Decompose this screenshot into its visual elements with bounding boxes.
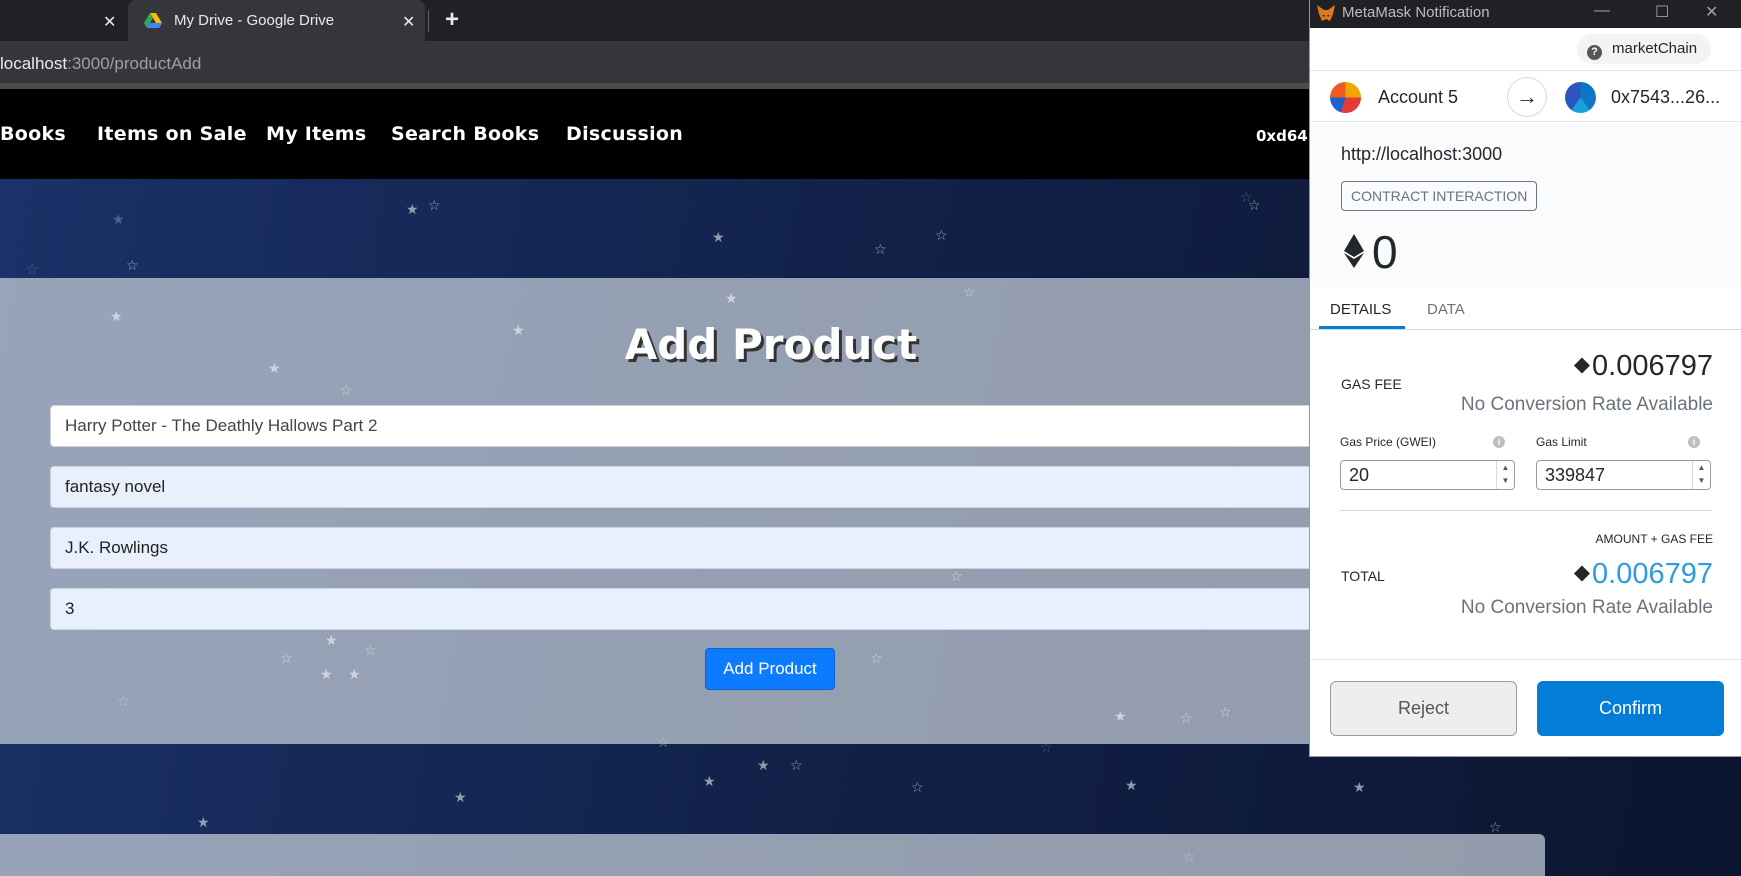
footer-divider xyxy=(1310,659,1741,660)
star-icon: ★ xyxy=(1353,779,1366,795)
browser-tab-previous[interactable]: ✕ xyxy=(0,0,128,41)
new-tab-icon[interactable]: + xyxy=(445,6,459,34)
star-icon: ☆ xyxy=(870,650,883,666)
star-icon: ☆ xyxy=(911,779,924,795)
star-icon: ★ xyxy=(703,773,716,789)
gas-limit-label: Gas Limit xyxy=(1536,435,1587,449)
total-amount: 0.006797 xyxy=(1592,558,1713,590)
star-icon: ☆ xyxy=(26,261,39,277)
ethereum-icon: ◆ xyxy=(1573,353,1591,376)
star-icon: ☆ xyxy=(935,227,948,243)
metamask-popup: MetaMask Notification — ☐ ✕ ? marketChain… xyxy=(1309,0,1741,757)
to-address[interactable]: 0x7543...26... xyxy=(1611,87,1720,108)
recipient-avatar xyxy=(1565,82,1596,113)
star-icon: ☆ xyxy=(963,284,976,300)
info-icon[interactable]: i xyxy=(1493,436,1505,448)
star-icon: ☆ xyxy=(364,642,377,658)
tab-data[interactable]: DATA xyxy=(1427,301,1465,318)
network-badge[interactable]: ? marketChain xyxy=(1577,34,1712,64)
lower-panel xyxy=(0,834,1545,876)
gas-fee-amount: 0.006797 xyxy=(1592,350,1713,382)
close-icon[interactable]: ✕ xyxy=(1705,2,1718,22)
star-icon: ☆ xyxy=(790,757,803,773)
info-icon[interactable]: i xyxy=(1688,436,1700,448)
star-icon: ★ xyxy=(197,814,210,830)
maximize-icon[interactable]: ☐ xyxy=(1655,2,1669,22)
star-icon: ☆ xyxy=(126,257,139,273)
account-avatar xyxy=(1330,82,1361,113)
star-icon: ☆ xyxy=(1248,197,1261,213)
star-icon: ★ xyxy=(757,757,770,773)
star-icon: ★ xyxy=(112,211,125,227)
star-icon: ★ xyxy=(712,229,725,245)
details-tabs: DETAILS DATA xyxy=(1310,288,1741,330)
nav-item-my-items[interactable]: My Items xyxy=(266,123,366,145)
action-badge: CONTRACT INTERACTION xyxy=(1341,181,1538,211)
arrow-right-icon: → xyxy=(1507,77,1547,117)
star-icon: ★ xyxy=(320,666,333,682)
confirm-button[interactable]: Confirm xyxy=(1537,681,1724,736)
tab-separator xyxy=(428,10,429,32)
star-icon: ☆ xyxy=(874,241,887,257)
url-path: :3000/productAdd xyxy=(67,54,202,73)
transaction-summary: http://localhost:3000 CONTRACT INTERACTI… xyxy=(1310,123,1741,288)
tab-close-icon[interactable]: ✕ xyxy=(402,12,415,32)
gas-price-input[interactable]: 20 ▲ ▼ xyxy=(1340,460,1515,490)
add-product-button[interactable]: Add Product xyxy=(705,648,835,690)
account-row: Account 5 → 0x7543...26... xyxy=(1310,70,1741,122)
nav-item-items-on-sale[interactable]: Items on Sale xyxy=(97,123,247,145)
minimize-icon[interactable]: — xyxy=(1594,2,1610,20)
star-icon: ☆ xyxy=(280,650,293,666)
transaction-amount: 0 xyxy=(1372,226,1398,278)
star-icon: ★ xyxy=(325,632,338,648)
gas-price-label: Gas Price (GWEI) xyxy=(1340,435,1437,449)
star-icon: ★ xyxy=(725,290,738,306)
tab-title: My Drive - Google Drive xyxy=(174,12,335,29)
gas-limit-input[interactable]: 339847 ▲ ▼ xyxy=(1536,460,1711,490)
gas-fee-label: GAS FEE xyxy=(1341,376,1402,392)
gas-fee-value: ◆0.006797 xyxy=(1574,350,1713,383)
origin-url: http://localhost:3000 xyxy=(1341,144,1503,164)
ethereum-icon: ◆ xyxy=(1573,561,1591,584)
tab-close-icon[interactable]: ✕ xyxy=(103,12,116,32)
star-icon: ★ xyxy=(1114,708,1127,724)
gas-price-value: 20 xyxy=(1349,465,1370,485)
network-name: marketChain xyxy=(1612,40,1698,57)
metamask-fox-icon xyxy=(1317,5,1335,21)
help-icon: ? xyxy=(1587,45,1602,60)
browser-tab-google-drive[interactable]: My Drive - Google Drive ✕ xyxy=(128,0,425,41)
nav-item-discussion[interactable]: Discussion xyxy=(566,123,683,145)
nav-item-search-books[interactable]: Search Books xyxy=(391,123,539,145)
divider xyxy=(1340,510,1712,511)
star-icon: ★ xyxy=(1125,777,1138,793)
reject-button[interactable]: Reject xyxy=(1330,681,1517,736)
google-drive-icon xyxy=(144,13,162,28)
star-icon: ☆ xyxy=(428,197,441,213)
ethereum-icon xyxy=(1344,234,1364,268)
star-icon: ☆ xyxy=(1219,704,1232,720)
active-tab-indicator xyxy=(1319,326,1405,329)
star-icon: ☆ xyxy=(340,382,353,398)
total-value: ◆0.006797 xyxy=(1574,558,1713,591)
star-icon: ☆ xyxy=(1180,710,1193,726)
gas-limit-value: 339847 xyxy=(1545,465,1606,485)
star-icon: ☆ xyxy=(950,568,963,584)
stepper-icon[interactable]: ▲ ▼ xyxy=(1496,461,1514,489)
star-icon: ★ xyxy=(348,666,361,682)
url-host: localhost xyxy=(0,54,68,73)
nav-item-books[interactable]: Books xyxy=(0,123,66,145)
gas-fee-conversion: No Conversion Rate Available xyxy=(1460,394,1713,415)
tab-details[interactable]: DETAILS xyxy=(1330,301,1391,318)
star-icon: ★ xyxy=(454,789,467,805)
star-icon: ★ xyxy=(406,201,419,217)
total-conversion: No Conversion Rate Available xyxy=(1460,597,1713,618)
total-label: TOTAL xyxy=(1341,568,1385,584)
stepper-icon[interactable]: ▲ ▼ xyxy=(1692,461,1710,489)
metamask-window-title: MetaMask Notification xyxy=(1342,4,1490,21)
metamask-titlebar: MetaMask Notification — ☐ ✕ xyxy=(1310,0,1741,28)
account-address: 0xd64 xyxy=(1256,127,1308,145)
from-account-name: Account 5 xyxy=(1378,87,1459,107)
url-text[interactable]: localhost:3000/productAdd xyxy=(0,54,201,74)
amount-plus-gas-label: AMOUNT + GAS FEE xyxy=(1595,532,1713,546)
